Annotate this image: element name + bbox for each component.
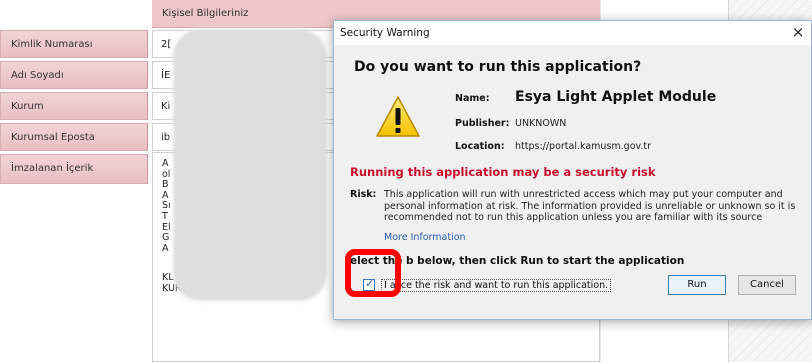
risk-heading: Running this application may be a securi…	[350, 165, 656, 179]
label-imzalanan-icerik: İmzalanan İçerik	[0, 154, 148, 184]
location-value: https://portal.kamusm.gov.tr	[515, 141, 652, 152]
redacted-area	[174, 30, 326, 300]
more-information-link[interactable]: More Information	[384, 232, 466, 243]
label-kurumsal-eposta: Kurumsal Eposta	[0, 123, 148, 151]
dialog-question: Do you want to run this application?	[354, 59, 642, 75]
label-kimlik-numarasi: Kimlik Numarası	[0, 30, 148, 58]
accept-risk-label[interactable]: I acce the risk and want to run this app…	[381, 279, 612, 292]
warning-icon	[376, 96, 420, 137]
signed-content-lines: A ol B A Sı T El G A	[162, 158, 171, 254]
dialog-titlebar: Security Warning ×	[334, 21, 811, 45]
name-label: Name:	[455, 93, 490, 104]
dialog-title: Security Warning	[340, 27, 430, 39]
close-icon[interactable]: ×	[785, 21, 811, 45]
security-warning-dialog: Security Warning × Do you want to run th…	[333, 20, 812, 320]
personal-info-header-text: Kişisel Bilgileriniz	[162, 8, 249, 19]
risk-description: This application will run with unrestric…	[384, 189, 796, 223]
publisher-label: Publisher:	[455, 118, 510, 129]
content-line: A	[162, 158, 169, 169]
cancel-button[interactable]: Cancel	[738, 275, 796, 295]
location-label: Location:	[455, 141, 505, 152]
publisher-value: UNKNOWN	[515, 118, 567, 129]
run-button[interactable]: Run	[668, 275, 726, 295]
app-name: Esya Light Applet Module	[515, 89, 717, 105]
checkbox-highlight-annotation	[345, 249, 401, 297]
risk-label: Risk:	[350, 189, 377, 200]
label-adi-soyadi: Adı Soyadı	[0, 61, 148, 89]
label-kurum: Kurum	[0, 92, 148, 120]
content-line: A	[162, 242, 169, 254]
content-line: T	[162, 210, 168, 222]
